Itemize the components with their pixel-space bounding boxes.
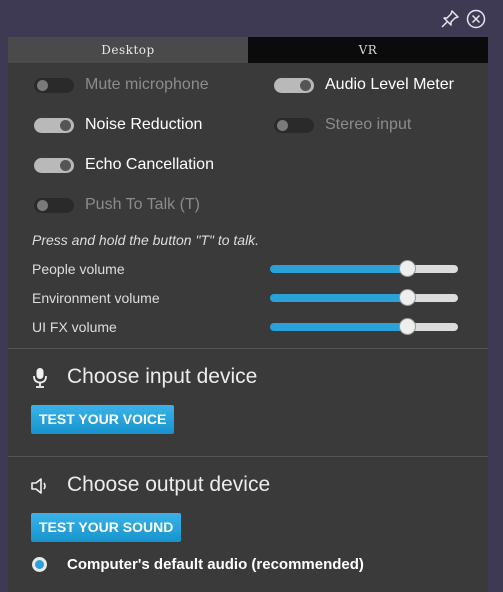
push-to-talk-hint: Press and hold the button "T" to talk. [32,232,260,248]
people-volume-label: People volume [32,261,125,277]
toggle-switch[interactable] [34,77,74,93]
slider-fill [270,265,408,273]
section-divider [8,456,488,457]
audio-level-meter-toggle[interactable]: Audio Level Meter [274,75,454,95]
stereo-input-toggle[interactable]: Stereo input [274,115,411,135]
toggle-knob [37,79,48,91]
audio-settings-panel: Desktop VR Mute microphone Noise Reducti… [8,37,488,592]
slider-fill [270,294,408,302]
environment-volume-slider[interactable] [270,289,458,307]
mute-microphone-toggle[interactable]: Mute microphone [34,75,209,95]
slider-thumb[interactable] [399,318,417,335]
tab-vr[interactable]: VR [248,37,488,63]
output-device-title: Choose output device [67,473,271,496]
input-device-title: Choose input device [67,365,258,388]
tab-bar: Desktop VR [8,37,488,63]
toggle-knob [300,79,311,91]
toggle-knob [37,199,48,211]
toggle-switch[interactable] [274,117,314,133]
tab-desktop[interactable]: Desktop [8,37,248,63]
toggle-knob [277,119,288,131]
noise-reduction-label: Noise Reduction [85,116,203,133]
stereo-input-label: Stereo input [325,116,412,133]
toggle-knob [60,159,71,171]
push-to-talk-label: Push To Talk (T) [85,196,201,213]
environment-volume-label: Environment volume [32,290,160,306]
toggle-switch[interactable] [274,77,314,93]
slider-thumb[interactable] [399,289,417,306]
noise-reduction-toggle[interactable]: Noise Reduction [34,115,202,135]
push-to-talk-toggle[interactable]: Push To Talk (T) [34,195,200,215]
pin-icon[interactable] [440,9,460,29]
toggle-switch[interactable] [34,157,74,173]
toggle-switch[interactable] [34,197,74,213]
output-device-label: Computer's default audio (recommended) [67,555,364,573]
slider-fill [270,323,408,331]
audio-level-meter-label: Audio Level Meter [325,76,454,93]
output-device-option[interactable]: Computer's default audio (recommended) [32,553,364,575]
radio-selected-dot [35,559,44,569]
mute-microphone-label: Mute microphone [85,76,209,93]
speaker-icon [31,478,46,494]
test-sound-button[interactable]: TEST YOUR SOUND [31,513,182,542]
ui-fx-volume-label: UI FX volume [32,319,117,335]
toggle-knob [60,119,71,131]
echo-cancellation-toggle[interactable]: Echo Cancellation [34,155,214,175]
close-icon[interactable] [466,9,486,29]
section-divider [8,348,488,349]
slider-thumb[interactable] [399,260,417,277]
toggle-switch[interactable] [34,117,74,133]
people-volume-slider[interactable] [270,260,458,278]
microphone-icon [33,368,47,388]
test-voice-button[interactable]: TEST YOUR VOICE [31,405,175,434]
ui-fx-volume-slider[interactable] [270,318,458,336]
echo-cancellation-label: Echo Cancellation [85,156,214,173]
radio-button[interactable] [32,556,47,572]
